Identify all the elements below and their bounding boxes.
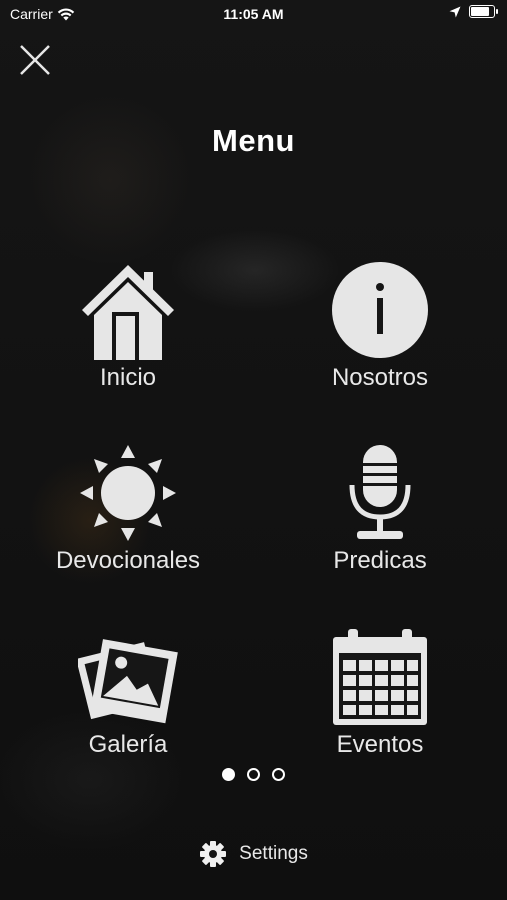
menu-item-label: Predicas [333,547,427,574]
house-icon [82,265,174,360]
menu-item-inicio[interactable]: Inicio [28,255,228,415]
location-arrow-icon [449,6,461,17]
status-right [449,5,498,18]
calendar-icon [333,629,427,725]
info-icon [332,262,428,358]
menu-item-label: Inicio [99,364,157,391]
menu-item-predicas[interactable]: Predicas [280,438,480,598]
page-dot-2[interactable] [247,768,260,781]
menu-item-label: Eventos [336,731,424,758]
status-bar: Carrier 11:05 AM [0,0,507,28]
menu-item-eventos[interactable]: Eventos [280,622,480,782]
gear-icon [200,841,227,867]
clock: 11:05 AM [223,6,284,22]
page-dot-3[interactable] [272,768,285,781]
menu-item-label: Galería [88,731,168,758]
menu-item-devocionales[interactable]: Devocionales [28,438,228,598]
settings-label: Settings [239,843,308,864]
photo-icon [78,639,178,724]
microphone-icon [349,445,411,539]
menu-item-galeria[interactable]: Galería [28,622,228,782]
battery-level [471,7,489,16]
close-icon [20,45,50,75]
menu-item-label: Devocionales [55,547,201,574]
menu-item-label: Nosotros [331,364,429,391]
page-title: Menu [212,123,295,158]
close-button[interactable] [18,43,52,77]
battery-icon [469,5,498,18]
settings-button[interactable]: Settings [0,840,507,868]
sun-icon [80,445,176,541]
page-indicator [0,768,507,781]
page-dot-1[interactable] [222,768,235,781]
menu-item-nosotros[interactable]: Nosotros [280,255,480,415]
menu-grid: Inicio Nosotros Devocionales Predicas Ga… [0,250,507,770]
